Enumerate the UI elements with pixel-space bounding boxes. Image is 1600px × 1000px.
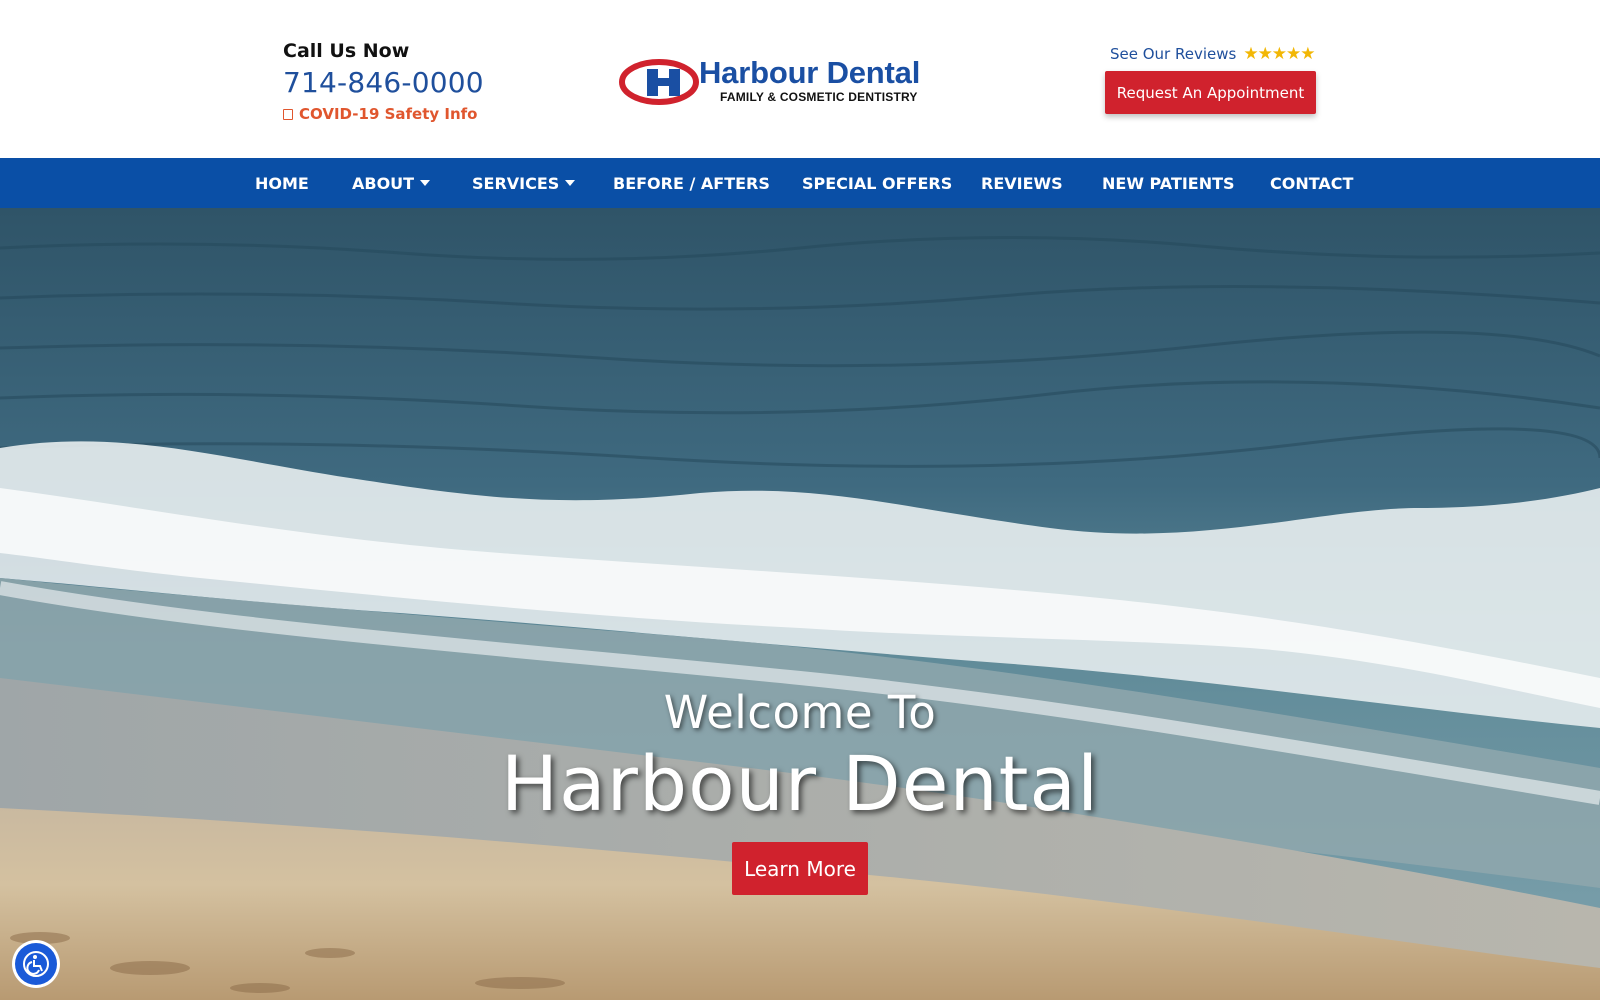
accessibility-icon-wrap: [15, 943, 57, 985]
covid-safety-label: COVID-19 Safety Info: [299, 105, 478, 123]
caret-down-icon: [420, 180, 431, 186]
nav-item-label: CONTACT: [1270, 173, 1354, 193]
nav-item-label: SPECIAL OFFERS: [802, 173, 953, 193]
learn-more-button[interactable]: Learn More: [732, 842, 868, 895]
nav-item-before-afters[interactable]: BEFORE / AFTERS: [613, 158, 770, 208]
logo-name: Harbour Dental: [699, 55, 921, 90]
call-block: Call Us Now 714-846-0000 COVID-19 Safety…: [283, 40, 484, 123]
covid-safety-link[interactable]: COVID-19 Safety Info: [283, 105, 484, 123]
site-header: Call Us Now 714-846-0000 COVID-19 Safety…: [0, 0, 1600, 158]
accessibility-button[interactable]: [12, 940, 60, 988]
hero-welcome-text: Welcome To: [663, 686, 937, 739]
request-appointment-button[interactable]: Request An Appointment: [1105, 71, 1316, 114]
nav-item-label: HOME: [255, 173, 309, 193]
nav-item-services[interactable]: SERVICES: [472, 158, 576, 208]
nav-item-home[interactable]: HOME: [255, 158, 309, 208]
hero-section: Welcome To Harbour Dental Learn More: [0, 208, 1600, 1000]
see-reviews-label: See Our Reviews: [1110, 45, 1237, 63]
nav-item-contact[interactable]: CONTACT: [1270, 158, 1353, 208]
nav-item-label: BEFORE / AFTERS: [613, 173, 770, 193]
call-title: Call Us Now: [283, 40, 410, 62]
logo-mark-icon: [619, 59, 699, 105]
caret-down-icon: [565, 180, 576, 186]
phone-link[interactable]: 714-846-0000: [283, 66, 484, 99]
site-logo[interactable]: Harbour Dental FAMILY & COSMETIC DENTIST…: [619, 55, 937, 109]
nav-item-label: REVIEWS: [981, 173, 1063, 193]
main-nav: HOME ABOUT SERVICES BEFORE / AFTERS SPEC…: [0, 158, 1600, 208]
nav-item-label: ABOUT: [352, 173, 415, 193]
nav-item-reviews[interactable]: REVIEWS: [981, 158, 1063, 208]
nav-item-about[interactable]: ABOUT: [352, 158, 431, 208]
nav-item-label: NEW PATIENTS: [1102, 173, 1235, 193]
accessibility-icon: [23, 951, 49, 977]
nav-item-label: SERVICES: [472, 173, 560, 193]
nav-item-new-patients[interactable]: NEW PATIENTS: [1102, 158, 1235, 208]
hero-title: Harbour Dental: [500, 739, 1100, 828]
rating-stars-icon: ★★★★★: [1243, 44, 1315, 64]
nav-item-special-offers[interactable]: SPECIAL OFFERS: [802, 158, 952, 208]
logo-tagline: FAMILY & COSMETIC DENTISTRY: [720, 90, 918, 104]
document-icon: [283, 108, 293, 120]
see-reviews-link[interactable]: See Our Reviews ★★★★★: [1110, 44, 1316, 64]
